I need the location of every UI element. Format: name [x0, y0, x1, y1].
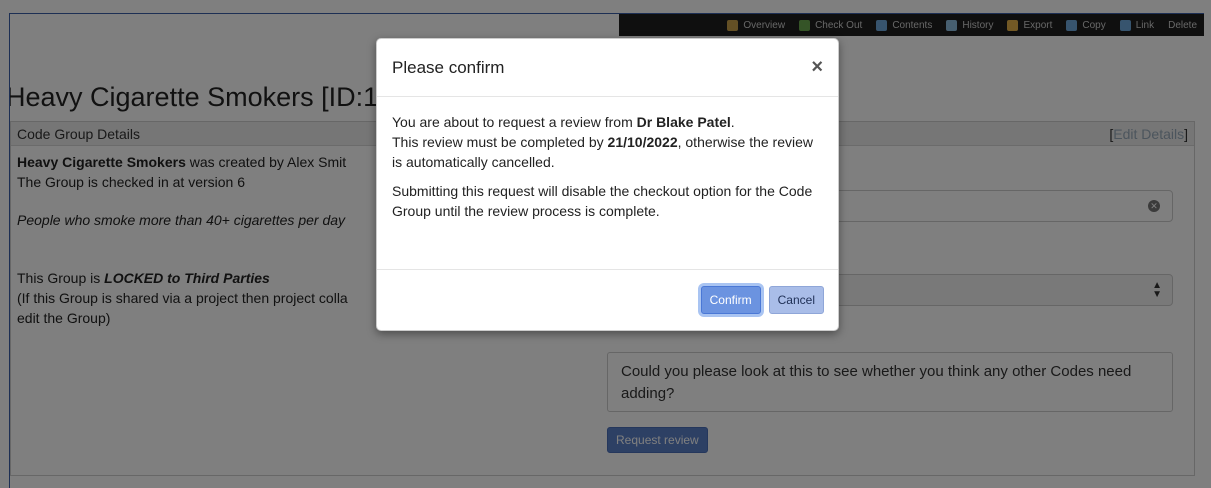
dialog-header: Please confirm × [377, 39, 838, 97]
dialog-warning: Submitting this request will disable the… [392, 183, 813, 219]
reviewer-name: Dr Blake Patel [636, 114, 731, 130]
cancel-button[interactable]: Cancel [768, 286, 824, 314]
dialog-footer: Confirm Cancel [377, 269, 838, 330]
confirm-button[interactable]: Confirm [700, 286, 761, 314]
dialog-title: Please confirm [392, 57, 505, 77]
confirm-dialog: Please confirm × You are about to reques… [376, 38, 839, 331]
deadline-date: 21/10/2022 [607, 134, 678, 150]
dialog-message: You are about to request a review from D… [392, 114, 814, 170]
close-icon[interactable]: × [811, 56, 823, 79]
dialog-body: You are about to request a review from D… [377, 97, 838, 221]
